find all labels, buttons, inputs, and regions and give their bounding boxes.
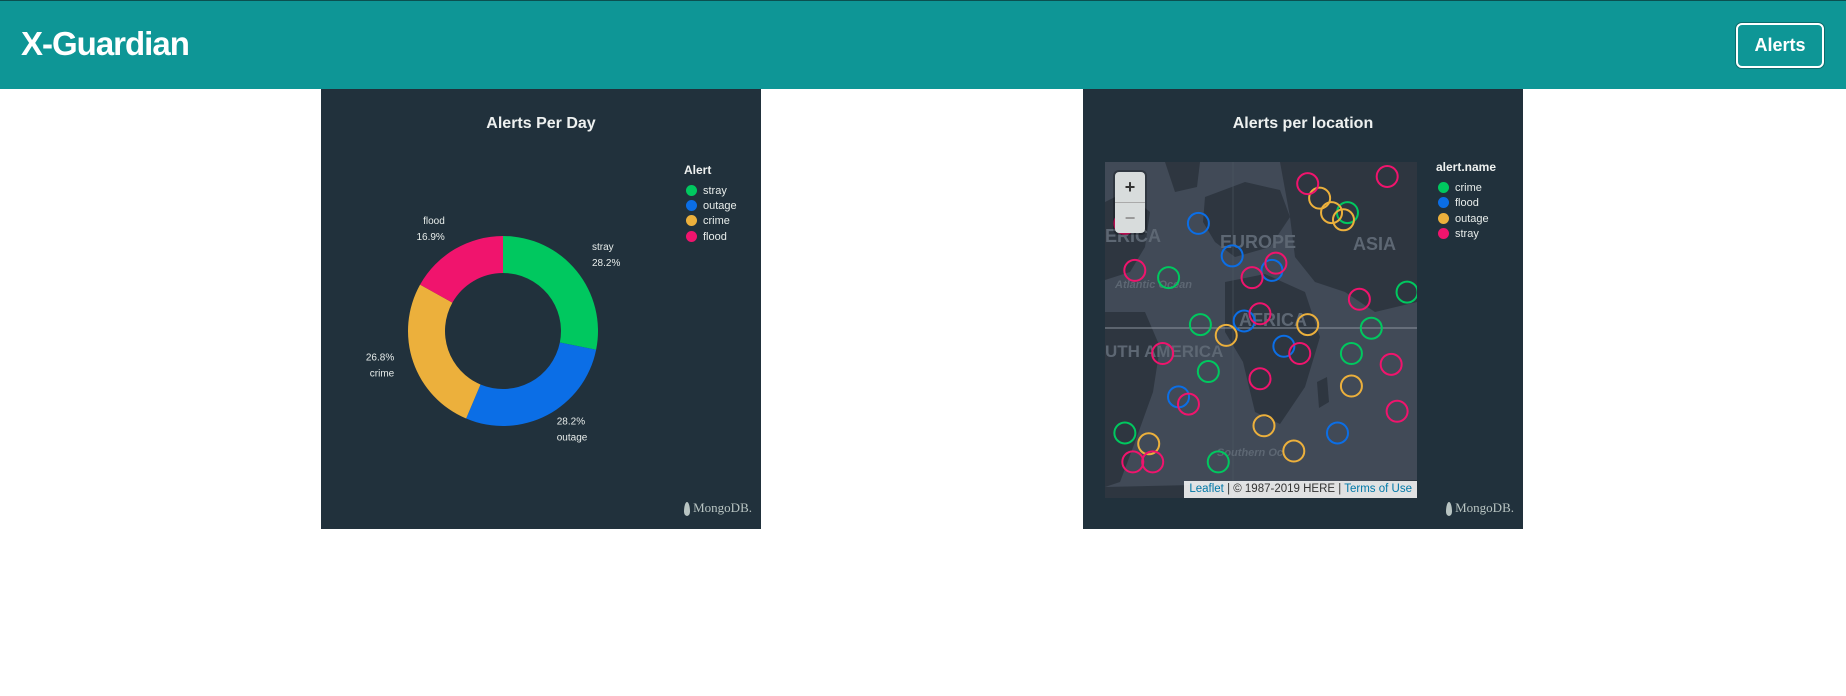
slice-label-line1: 26.8% <box>366 352 394 363</box>
legend-dot <box>686 184 697 196</box>
alerts-per-location-chart: Alerts per location ERICA EUROPE ASIA AF… <box>1083 89 1523 529</box>
map-label: Atlantic Ocean <box>1114 279 1192 291</box>
chart-title: Alerts per location <box>1232 115 1374 132</box>
mongodb-watermark: MongoDB. <box>1446 500 1514 516</box>
slice-label-line2: crime <box>370 368 395 379</box>
legend-dot <box>686 214 697 226</box>
legend-dot <box>1438 227 1449 239</box>
map-label: ASIA <box>1353 234 1396 254</box>
map-point-outage[interactable] <box>1339 374 1363 398</box>
legend-item-flood[interactable]: flood <box>686 230 727 244</box>
legend-dot <box>1438 196 1449 208</box>
legend-item-flood[interactable]: flood <box>1438 196 1479 210</box>
donut-chart: stray 28.2% 28.2% outage 26.8% crime flood 16.9… <box>366 216 621 444</box>
slice-label-line2: 28.2% <box>592 258 620 269</box>
alerts-button[interactable]: Alerts <box>1736 23 1824 68</box>
legend-label: outage <box>1455 213 1489 225</box>
map-canvas[interactable]: ERICA EUROPE ASIA AFRICA UTH AMERICA Atl… <box>1105 162 1417 498</box>
alerts-per-day-chart: Alerts Per Day stray 28.2% 28.2% outage 26.8… <box>321 89 761 529</box>
donut-slice-stray[interactable] <box>503 236 598 350</box>
legend-item-stray[interactable]: stray <box>686 184 727 198</box>
brand-title[interactable]: X-Guardian <box>21 25 190 63</box>
legend-dot <box>686 230 697 242</box>
watermark-text: MongoDB. <box>1455 499 1514 515</box>
leaflet-link[interactable]: Leaflet <box>1189 483 1224 495</box>
zoom-out-button[interactable]: − <box>1115 203 1145 233</box>
legend-dot <box>686 199 697 211</box>
slice-label-line2: 16.9% <box>416 232 444 243</box>
watermark-text: MongoDB. <box>693 499 752 515</box>
slice-label-line1: flood <box>423 216 445 227</box>
map[interactable]: ERICA EUROPE ASIA AFRICA UTH AMERICA Atl… <box>1105 162 1417 498</box>
navbar: X-Guardian Alerts <box>0 0 1846 89</box>
map-label: EUROPE <box>1220 232 1296 252</box>
legend-item-crime[interactable]: crime <box>1438 181 1482 195</box>
greenland-shape <box>1165 162 1200 192</box>
map-label: UTH AMERICA <box>1105 342 1223 361</box>
map-point-flood[interactable] <box>1326 421 1350 445</box>
map-point-stray[interactable] <box>1264 251 1288 275</box>
madagascar-shape <box>1317 377 1329 408</box>
map-point-outage[interactable] <box>1252 414 1276 438</box>
legend-label: stray <box>1455 228 1479 240</box>
map-attribution: Leaflet | © 1987-2019 HERE | Terms of Us… <box>1184 481 1417 498</box>
map-point-crime[interactable] <box>1196 360 1220 384</box>
mongodb-leaf-icon <box>684 502 691 516</box>
mongodb-watermark: MongoDB. <box>684 500 752 516</box>
africa-shape <box>1225 274 1320 424</box>
map-point-crime[interactable] <box>1339 341 1363 365</box>
legend-label: outage <box>703 200 737 212</box>
legend-item-outage[interactable]: outage <box>1438 212 1489 226</box>
legend-label: flood <box>703 231 727 243</box>
map-point-stray[interactable] <box>1385 399 1409 423</box>
legend-dot <box>1438 212 1449 224</box>
legend-label: crime <box>703 215 730 227</box>
copyright-text: | © 1987-2019 HERE | <box>1227 483 1342 495</box>
slice-label-line1: stray <box>592 242 614 253</box>
legend-item-crime[interactable]: crime <box>686 214 730 228</box>
zoom-control: + − <box>1115 172 1145 233</box>
legend-item-stray[interactable]: stray <box>1438 227 1479 241</box>
legend-title: Alert <box>684 163 712 177</box>
legend-label: flood <box>1455 197 1479 209</box>
donut-slice-outage[interactable] <box>466 342 597 426</box>
map-point-crime[interactable] <box>1188 313 1212 337</box>
legend-dot <box>1438 181 1449 193</box>
map-point-stray[interactable] <box>1379 352 1403 376</box>
map-point-outage[interactable] <box>1282 439 1306 463</box>
legend-title: alert.name <box>1436 160 1497 174</box>
zoom-in-button[interactable]: + <box>1115 172 1145 203</box>
donut-slice-crime[interactable] <box>408 284 481 419</box>
legend-item-outage[interactable]: outage <box>686 199 737 213</box>
legend-label: crime <box>1455 182 1482 194</box>
mongodb-leaf-icon <box>1446 502 1453 516</box>
south-america-shape <box>1105 312 1160 487</box>
slice-label-line2: outage <box>557 433 588 444</box>
slice-label-line1: 28.2% <box>557 417 585 428</box>
terms-of-use-link[interactable]: Terms of Use <box>1344 483 1412 495</box>
legend-label: stray <box>703 185 727 197</box>
